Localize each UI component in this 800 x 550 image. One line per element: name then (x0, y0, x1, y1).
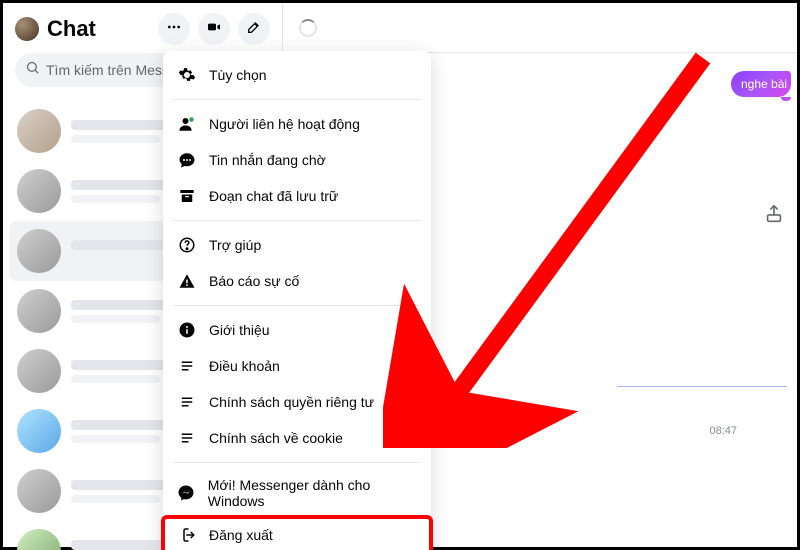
ellipsis-icon (166, 19, 182, 40)
thread-subtitle-placeholder (71, 135, 160, 143)
search-icon (25, 60, 46, 80)
avatar (17, 109, 61, 153)
lines-icon (177, 356, 197, 376)
menu-item-cookie-policy[interactable]: Chính sách về cookie (163, 420, 431, 456)
thread-subtitle-placeholder (71, 435, 160, 443)
header-buttons (158, 13, 270, 45)
thread-subtitle-placeholder (71, 315, 160, 323)
share-icon (763, 212, 785, 229)
message-timestamp: 08:47 (709, 425, 737, 437)
thread-subtitle-placeholder (71, 195, 160, 203)
thread-subtitle-placeholder (71, 495, 160, 503)
avatar (17, 529, 61, 550)
menu-item-label: Người liên hệ hoạt động (209, 116, 360, 132)
menu-item-active-contacts[interactable]: Người liên hệ hoạt động (163, 106, 431, 142)
menu-item-label: Trợ giúp (209, 237, 261, 253)
avatar (17, 289, 61, 333)
help-icon (177, 235, 197, 255)
menu-item-label: Mới! Messenger dành cho Windows (208, 477, 417, 509)
new-video-button[interactable] (198, 13, 230, 45)
menu-item-preferences[interactable]: Tùy chọn (163, 57, 431, 93)
lines-icon (177, 428, 197, 448)
avatar (17, 409, 61, 453)
menu-item-label: Đoạn chat đã lưu trữ (209, 188, 338, 204)
avatar (17, 469, 61, 513)
menu-item-label: Chính sách về cookie (209, 430, 343, 446)
thread-subtitle-placeholder (71, 375, 160, 383)
menu-item-messenger-windows[interactable]: Mới! Messenger dành cho Windows (163, 469, 431, 517)
message-bubble-tail (781, 97, 791, 101)
more-options-button[interactable] (158, 13, 190, 45)
avatar (17, 349, 61, 393)
menu-separator (173, 99, 421, 100)
avatar[interactable] (15, 17, 39, 41)
chat-dots-icon (177, 150, 197, 170)
menu-item-archived-chats[interactable]: Đoạn chat đã lưu trữ (163, 178, 431, 214)
share-button[interactable] (763, 203, 785, 225)
menu-separator (173, 462, 421, 463)
menu-separator (173, 305, 421, 306)
menu-item-help[interactable]: Trợ giúp (163, 227, 431, 263)
video-plus-icon (206, 19, 222, 40)
menu-item-privacy-policy[interactable]: Chính sách quyền riêng tư (163, 384, 431, 420)
message-bubble[interactable]: nghe bài này (731, 71, 791, 97)
warn-icon (177, 271, 197, 291)
menu-item-label: Tin nhắn đang chờ (209, 152, 326, 168)
archive-icon (177, 186, 197, 206)
menu-item-report-problem[interactable]: Báo cáo sự cố (163, 263, 431, 299)
messenger-icon (177, 483, 196, 503)
thread-subtitle-placeholder (71, 255, 160, 263)
menu-item-terms[interactable]: Điều khoản (163, 348, 431, 384)
menu-item-label: Tùy chọn (209, 67, 267, 83)
gear-icon (177, 65, 197, 85)
logout-icon (177, 525, 197, 545)
menu-item-message-requests[interactable]: Tin nhắn đang chờ (163, 142, 431, 178)
sidebar-header: Chat (3, 3, 282, 53)
menu-item-label: Chính sách quyền riêng tư (209, 394, 374, 410)
menu-item-about[interactable]: Giới thiệu (163, 312, 431, 348)
menu-item-label: Báo cáo sự cố (209, 273, 299, 289)
divider (617, 386, 787, 387)
menu-item-label: Đăng xuất (209, 527, 273, 543)
menu-separator (173, 220, 421, 221)
options-menu: Tùy chọn Người liên hệ hoạt động Tin nhắn … (163, 51, 431, 550)
chat-header (283, 3, 797, 53)
avatar (17, 169, 61, 213)
menu-item-logout[interactable]: Đăng xuất (163, 517, 431, 550)
page-title: Chat (47, 16, 158, 42)
person-dot-icon (177, 114, 197, 134)
avatar (17, 229, 61, 273)
compose-icon (246, 19, 262, 40)
lines-icon (177, 392, 197, 412)
loading-spinner-icon (299, 19, 317, 37)
info-icon (177, 320, 197, 340)
menu-item-label: Giới thiệu (209, 322, 270, 338)
app-frame: Chat (0, 0, 800, 550)
menu-item-label: Điều khoản (209, 358, 280, 374)
compose-button[interactable] (238, 13, 270, 45)
